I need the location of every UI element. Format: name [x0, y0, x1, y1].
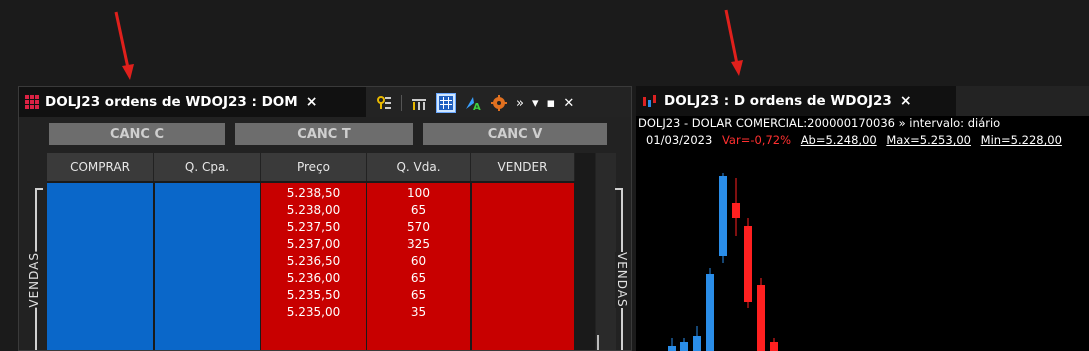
qty-cell[interactable]: 570	[367, 218, 470, 235]
candle-body	[757, 285, 765, 351]
right-bracket-top	[615, 188, 623, 190]
chart-tab-close-icon[interactable]: ×	[900, 93, 912, 109]
dom-panel: DOLJ23 ordens de WDOJ23 : DOM × A » ▾ ▪	[18, 86, 632, 351]
qty-cell[interactable]: 325	[367, 235, 470, 252]
chart-min: Min=5.228,00	[980, 133, 1062, 147]
dom-toolbar: A » ▾ ▪ ✕	[375, 93, 574, 113]
settings-icon[interactable]	[490, 94, 508, 112]
candle-body	[719, 176, 727, 256]
qty-cell[interactable]: 65	[367, 201, 470, 218]
font-color-icon[interactable]: A	[464, 94, 482, 112]
dom-grid-icon	[25, 95, 39, 109]
chart-ab: Ab=5.248,00	[800, 133, 877, 147]
annotation-arrow-right	[724, 9, 743, 76]
chart-tab-title: DOLJ23 : D ordens de WDOJ23	[664, 93, 892, 109]
col-header-q-vda[interactable]: Q. Vda.	[367, 153, 471, 181]
price-cell[interactable]: 5.235,50	[261, 286, 366, 303]
price-cell[interactable]: 5.235,00	[261, 303, 366, 320]
chart-max: Max=5.253,00	[886, 133, 971, 147]
col-header-q-cpa[interactable]: Q. Cpa.	[154, 153, 261, 181]
col-header-vender[interactable]: VENDER	[471, 153, 575, 181]
canc-v-button[interactable]: CANC V	[423, 123, 607, 145]
price-cell[interactable]: 5.237,50	[261, 218, 366, 235]
comprar-column[interactable]	[47, 183, 153, 350]
dom-tab-close-icon[interactable]: ×	[306, 94, 318, 110]
col-header-preco[interactable]: Preço	[261, 153, 367, 181]
chart-info-line: DOLJ23 - DOLAR COMERCIAL:200000170036 » …	[636, 116, 1089, 132]
scrollbar-thumb[interactable]	[597, 335, 599, 350]
canc-t-button[interactable]: CANC T	[235, 123, 413, 145]
price-cell[interactable]: 5.236,00	[261, 269, 366, 286]
qty-cell[interactable]: 65	[367, 286, 470, 303]
chart-tab[interactable]: DOLJ23 : D ordens de WDOJ23 ×	[636, 86, 956, 116]
columns-icon[interactable]	[410, 94, 428, 112]
candle-body	[668, 346, 676, 351]
vendas-label-left: VENDAS	[27, 252, 41, 308]
maximize-icon[interactable]: ▪	[547, 96, 556, 111]
qty-cell[interactable]: 100	[367, 184, 470, 201]
dom-tabbar: DOLJ23 ordens de WDOJ23 : DOM × A » ▾ ▪	[19, 87, 631, 117]
candle-chart-icon	[643, 95, 656, 107]
annotation-arrow-left	[114, 11, 134, 80]
dom-scrollbar[interactable]	[596, 153, 616, 350]
chart-panel: DOLJ23 : D ordens de WDOJ23 × DOLJ23 - D…	[636, 86, 1089, 351]
price-cell[interactable]: 5.237,00	[261, 235, 366, 252]
chart-var: Var=-0,72%	[721, 133, 792, 147]
col-header-comprar[interactable]: COMPRAR	[47, 153, 154, 181]
dom-tab-title: DOLJ23 ordens de WDOJ23 : DOM	[45, 94, 298, 110]
toolbar-divider	[401, 95, 402, 111]
grid-icon[interactable]	[436, 93, 456, 113]
svg-text:A: A	[473, 102, 481, 111]
candle-body	[770, 342, 778, 351]
canc-c-button[interactable]: CANC C	[49, 123, 225, 145]
vender-column[interactable]	[472, 183, 574, 350]
qty-cell[interactable]: 35	[367, 303, 470, 320]
vendas-label-right: VENDAS	[615, 252, 629, 308]
chart-date: 01/03/2023	[646, 133, 713, 147]
chart-tabbar: DOLJ23 : D ordens de WDOJ23 ×	[636, 86, 1089, 116]
filter-icon[interactable]	[375, 94, 393, 112]
dom-tab[interactable]: DOLJ23 ordens de WDOJ23 : DOM ×	[19, 87, 366, 117]
dropdown-icon[interactable]: ▾	[532, 96, 539, 111]
price-cell[interactable]: 5.236,50	[261, 252, 366, 269]
candle-body	[732, 203, 740, 218]
price-cell[interactable]: 5.238,50	[261, 184, 366, 201]
qty-cell[interactable]: 65	[367, 269, 470, 286]
q-cpa-column[interactable]	[155, 183, 260, 350]
candle-body	[744, 226, 752, 302]
left-bracket-top	[35, 188, 43, 190]
chart-ohlc-line: 01/03/2023 Var=-0,72% Ab=5.248,00 Max=5.…	[636, 133, 1089, 148]
qty-cell[interactable]: 60	[367, 252, 470, 269]
candlestick-chart[interactable]	[636, 148, 1089, 351]
overflow-icon[interactable]: »	[516, 96, 524, 111]
candle-body	[706, 274, 714, 351]
price-cell[interactable]: 5.238,00	[261, 201, 366, 218]
candle-body	[680, 342, 688, 351]
close-icon[interactable]: ✕	[563, 96, 574, 111]
candle-body	[693, 336, 701, 351]
dom-grid: COMPRAR Q. Cpa. Preço Q. Vda. VENDER 5.2…	[47, 153, 595, 350]
